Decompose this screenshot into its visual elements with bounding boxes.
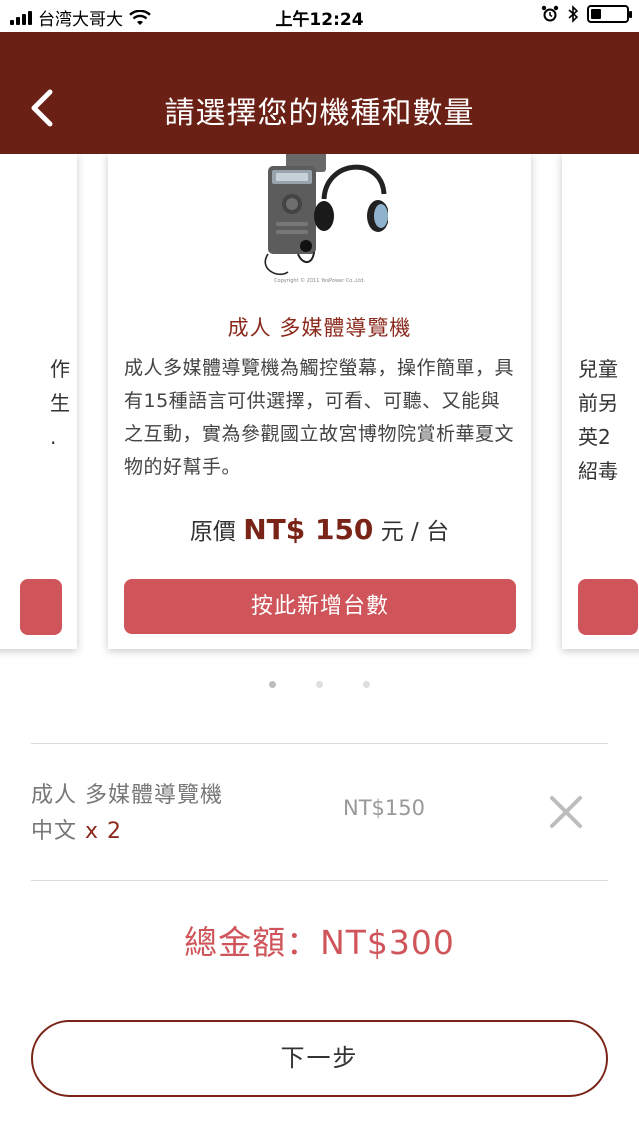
status-bar: 台湾大哥大 上午12:24 [0,0,639,32]
image-copyright: Copyright © 2011 YesPower Co.,Ltd. [274,278,365,284]
order-item-quantity: x 2 [85,819,123,844]
product-price: 原價 NT$ 150 元 / 台 [108,512,531,546]
prev-card-line: . [50,425,57,449]
pagination-dot[interactable] [269,681,276,688]
price-amount: NT$ 150 [243,513,374,546]
product-carousel[interactable]: 作 生 . Copyright © 2011 YesPower Co.,Ltd.… [0,154,639,674]
next-card-add-button[interactable] [578,579,638,635]
battery-level [591,9,601,19]
add-unit-button[interactable]: 按此新增台數 [124,579,516,634]
prev-card-add-button[interactable] [20,579,62,635]
order-item-language: 中文 [31,819,78,844]
product-card-prev[interactable]: 作 生 . [0,154,77,649]
pagination-dot[interactable] [316,681,323,688]
audio-guide-device-image [264,154,388,276]
product-description: 成人多媒體導覽機為觸控螢幕，操作簡單，具有15種語言可供選擇，可看、可聽、又能與… [124,357,515,478]
next-card-line: 兒童 [578,357,618,381]
next-card-line: 紹毒 [578,459,618,483]
product-card: Copyright © 2011 YesPower Co.,Ltd. 成人 多媒… [108,154,531,649]
next-step-button[interactable]: 下一步 [31,1020,608,1097]
next-card-line: 前另 [578,391,618,415]
order-item-name: 成人 多媒體導覽機 [31,783,223,808]
pagination-dot[interactable] [363,681,370,688]
product-card-next[interactable]: 兒童 前另 英2 紹毒 [562,154,639,649]
alarm-icon [541,5,559,22]
product-title: 成人 多媒體導覽機 [227,316,412,340]
total-amount: 總金額：NT$300 [184,923,455,962]
prev-card-line: 作 [50,357,70,381]
next-card-text: 兒童 前另 英2 紹毒 [578,352,618,488]
divider [31,743,608,744]
order-item-price: NT$150 [343,796,425,820]
prev-card-line: 生 [50,391,70,415]
next-card-line: 英2 [578,425,611,449]
price-prefix: 原價 [189,519,236,545]
price-suffix: 元 / 台 [380,519,450,545]
order-item-detail: 中文 x 2 [31,814,122,850]
divider [31,880,608,881]
page-title: 請選擇您的機種和數量 [164,96,475,131]
close-icon [550,796,582,828]
remove-item-button[interactable] [548,794,584,830]
bluetooth-icon [568,5,579,23]
battery-icon [587,5,632,23]
status-right [541,5,632,23]
carousel-pagination [0,681,639,688]
prev-card-text: 作 生 . [50,352,70,454]
nav-header: 請選擇您的機種和數量 [0,32,639,154]
